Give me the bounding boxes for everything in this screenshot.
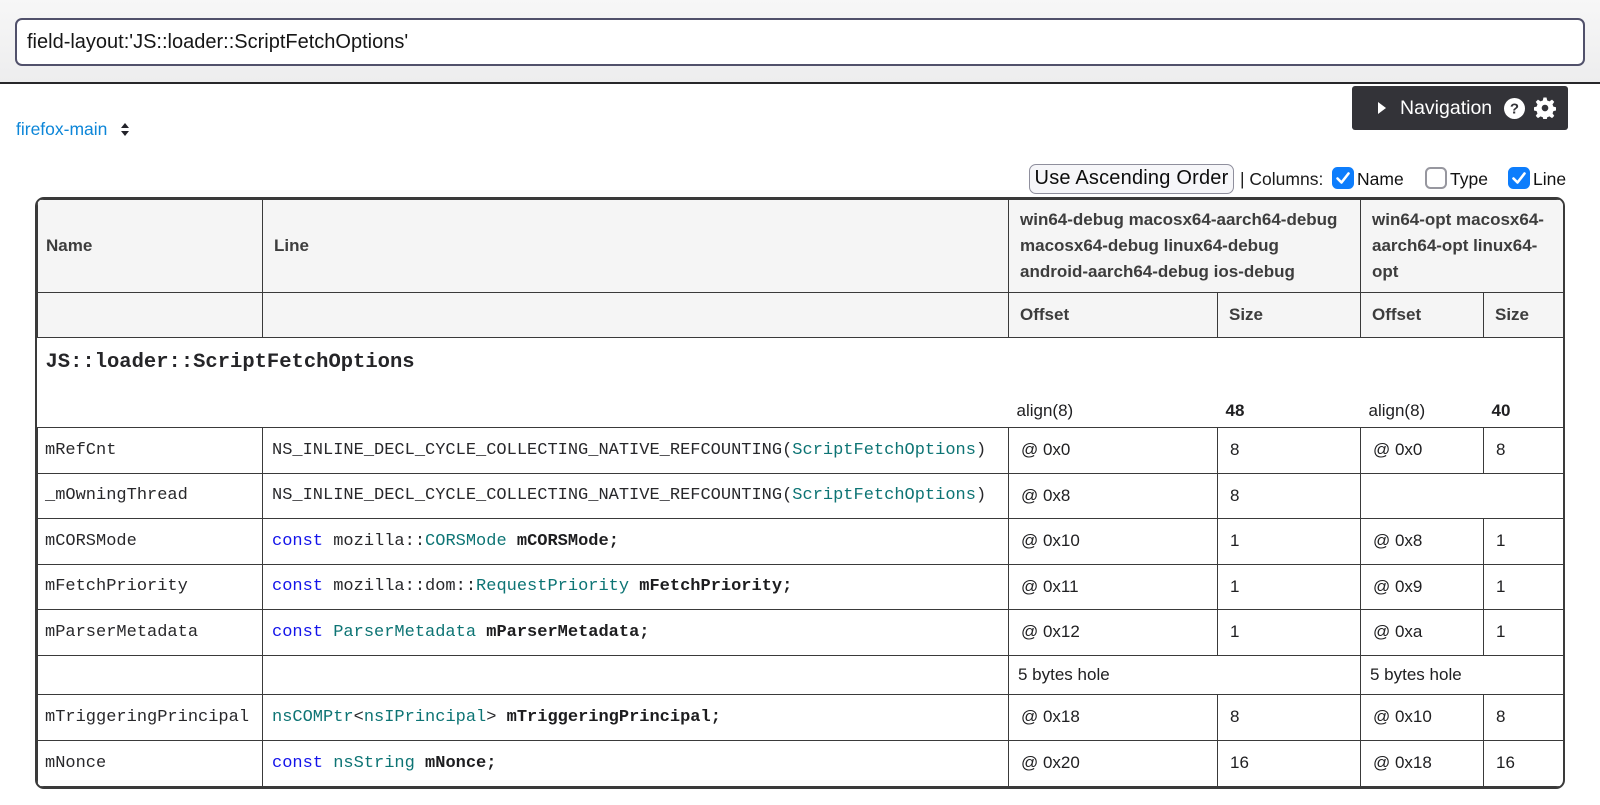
svg-text:?: ? xyxy=(1510,100,1519,117)
